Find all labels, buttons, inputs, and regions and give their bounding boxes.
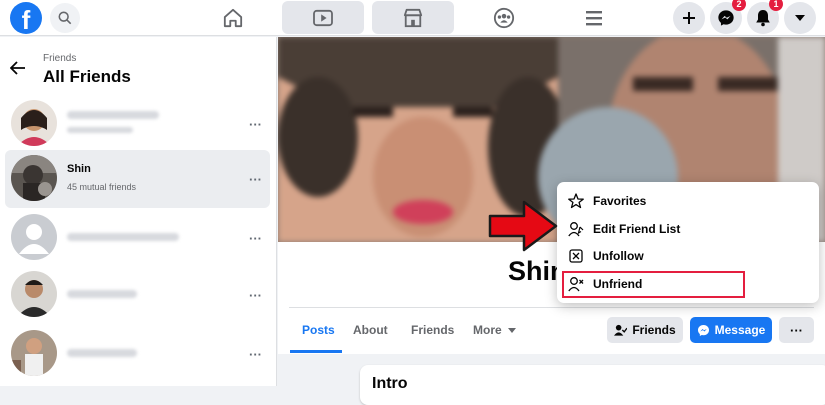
star-icon	[567, 192, 585, 210]
caret-down-icon	[508, 328, 517, 333]
watch-tab[interactable]	[282, 1, 364, 34]
friend-name: Shin	[67, 163, 91, 175]
more-options-button[interactable]: ···	[249, 288, 262, 303]
search-button[interactable]	[50, 3, 80, 33]
friend-list-item[interactable]: ···	[5, 266, 270, 324]
friend-list-item[interactable]: ···	[5, 325, 270, 383]
friend-list-item[interactable]: ···	[5, 209, 270, 267]
friends-button-label: Friends	[632, 323, 676, 337]
marketplace-tab[interactable]	[372, 1, 454, 34]
friends-button[interactable]: Friends	[607, 317, 683, 343]
notifications-badge: 1	[769, 0, 783, 11]
more-options-button[interactable]: ···	[249, 231, 262, 246]
bell-icon	[756, 10, 770, 27]
menu-item-label: Edit Friend List	[593, 222, 681, 236]
video-icon	[313, 9, 333, 26]
blurred-name	[67, 233, 179, 241]
home-tab[interactable]	[192, 0, 274, 36]
menu-item-unfollow[interactable]: Unfollow	[565, 243, 811, 269]
active-tab-indicator	[290, 350, 342, 353]
profile-more-button-label: ···	[790, 322, 803, 338]
blurred-name	[67, 349, 137, 357]
menu-tab[interactable]	[553, 0, 635, 36]
menu-item-favorites[interactable]: Favorites	[565, 188, 811, 214]
messenger-icon	[697, 324, 709, 336]
tab-more[interactable]: More	[473, 323, 517, 337]
facebook-logo[interactable]: f	[10, 2, 42, 34]
tab-more-label: More	[473, 323, 502, 337]
more-options-button[interactable]: ···	[249, 117, 262, 132]
blurred-name	[67, 111, 159, 119]
search-icon	[58, 11, 72, 25]
profile-more-button[interactable]: ···	[779, 317, 814, 343]
friend-list-item-selected[interactable]: Shin 45 mutual friends ···	[5, 150, 270, 208]
unfriend-highlight-box	[562, 271, 745, 298]
message-button-label: Message	[714, 323, 766, 337]
back-arrow-icon[interactable]	[10, 61, 26, 75]
menu-item-edit-friend-list[interactable]: Edit Friend List	[565, 216, 811, 242]
account-button[interactable]	[784, 2, 816, 34]
top-navigation-bar: f 2 1	[0, 0, 825, 36]
tab-friends[interactable]: Friends	[411, 323, 454, 337]
intro-card: Intro	[360, 365, 825, 405]
avatar	[11, 100, 57, 146]
more-options-button[interactable]: ···	[249, 347, 262, 362]
friend-list-item[interactable]: ···	[5, 95, 270, 153]
page-title: All Friends	[43, 67, 131, 86]
more-options-button[interactable]: ···	[249, 172, 262, 187]
message-button[interactable]: Message	[690, 317, 772, 343]
groups-tab[interactable]	[463, 0, 545, 36]
create-button[interactable]	[673, 2, 705, 34]
blurred-name	[67, 290, 137, 298]
avatar	[11, 271, 57, 317]
tab-about[interactable]: About	[353, 323, 388, 337]
tab-posts[interactable]: Posts	[302, 323, 335, 337]
red-arrow-icon	[488, 200, 558, 252]
messenger-button[interactable]: 2	[710, 0, 746, 34]
hamburger-icon	[586, 11, 602, 26]
unfollow-icon	[567, 247, 585, 265]
intro-title: Intro	[372, 375, 408, 392]
home-icon	[223, 8, 243, 28]
marketplace-icon	[403, 8, 423, 27]
edit-friend-list-icon	[567, 220, 585, 238]
avatar	[11, 155, 57, 201]
blurred-subtitle	[67, 127, 133, 133]
divider	[289, 307, 814, 308]
notifications-button[interactable]: 1	[747, 0, 783, 34]
menu-item-label: Favorites	[593, 194, 647, 208]
facebook-logo-letter: f	[21, 5, 31, 34]
mutual-friends-count: 45 mutual friends	[67, 182, 137, 192]
menu-item-label: Unfollow	[593, 249, 644, 263]
friends-sidebar: Friends All Friends ··· Shin 45 mutual f…	[0, 37, 277, 386]
breadcrumb[interactable]: Friends	[43, 53, 76, 64]
avatar	[11, 330, 57, 376]
plus-icon	[683, 12, 695, 24]
avatar	[11, 214, 57, 260]
caret-down-icon	[795, 15, 805, 21]
messenger-icon	[718, 10, 734, 26]
friend-check-icon	[614, 324, 628, 336]
messenger-badge: 2	[732, 0, 746, 11]
groups-icon	[493, 7, 515, 29]
